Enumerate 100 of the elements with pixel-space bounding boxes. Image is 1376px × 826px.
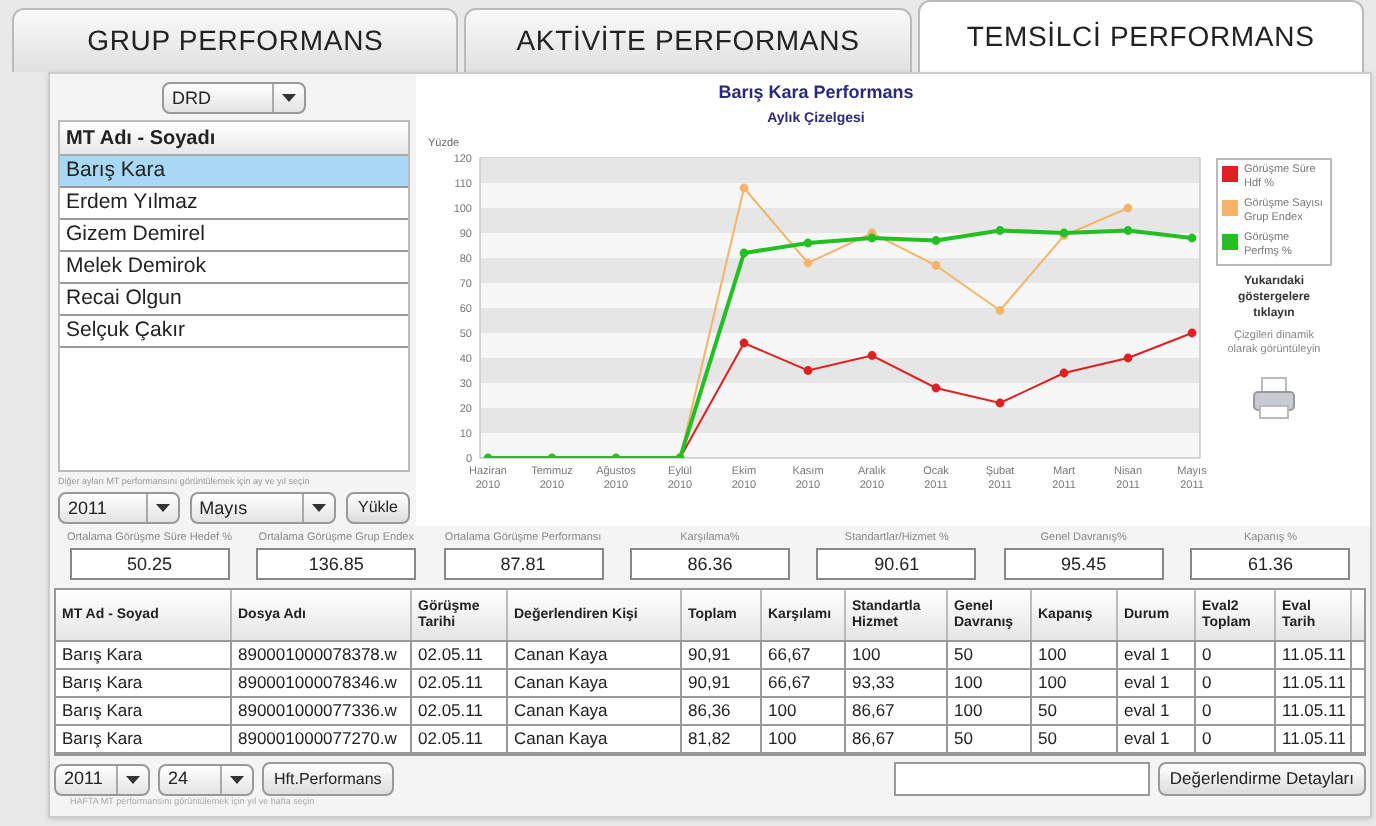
table-cell: 11.05.11 bbox=[1276, 642, 1352, 669]
table-cell: 0 bbox=[1196, 642, 1276, 669]
year-dropdown[interactable]: 2011 bbox=[54, 763, 150, 796]
table-cell: Canan Kaya bbox=[508, 670, 682, 697]
list-item[interactable]: Erdem Yılmaz bbox=[60, 188, 408, 220]
data-point bbox=[995, 306, 1005, 315]
table-cell: eval 1 bbox=[1118, 670, 1196, 697]
table-cell: Barış Kara bbox=[56, 642, 232, 669]
metric-field: 87.81 bbox=[443, 548, 604, 581]
table-cell: 11.05.11 bbox=[1276, 726, 1352, 753]
table-cell: eval 1 bbox=[1118, 726, 1196, 753]
tab[interactable]: AKTİVİTE PERFORMANS bbox=[464, 8, 912, 72]
list-item[interactable]: Selçuk Çakır bbox=[60, 316, 408, 348]
table-cell: 86,67 bbox=[846, 726, 948, 753]
table-cell: 86,36 bbox=[682, 698, 762, 725]
table-cell: 90,91 bbox=[682, 670, 762, 697]
table-cell: 81,82 bbox=[682, 726, 762, 753]
metric-field: 95.45 bbox=[1003, 548, 1164, 581]
table-cell: 890001000078346.w bbox=[232, 670, 412, 697]
list-item[interactable]: Barış Kara bbox=[60, 156, 408, 188]
table-cell: 0 bbox=[1196, 726, 1276, 753]
table-cell: 890001000077336.w bbox=[232, 698, 412, 725]
data-point bbox=[739, 248, 749, 258]
table-cell: 100 bbox=[846, 642, 948, 669]
table-cell: Barış Kara bbox=[56, 698, 232, 725]
data-point bbox=[931, 261, 941, 270]
data-point bbox=[739, 338, 749, 348]
data-point bbox=[803, 238, 813, 248]
load-button[interactable]: Yükle bbox=[345, 492, 410, 524]
legend-swatch[interactable] bbox=[1222, 234, 1238, 250]
data-point bbox=[1187, 328, 1197, 338]
data-point bbox=[1059, 368, 1069, 378]
data-point bbox=[931, 383, 941, 393]
data-point bbox=[931, 236, 941, 245]
table-cell: 50 bbox=[1032, 726, 1118, 753]
caret-icon bbox=[155, 504, 170, 512]
caret-icon bbox=[126, 775, 140, 784]
table-cell: 02.05.11 bbox=[412, 670, 508, 697]
table-cell: 100 bbox=[762, 698, 846, 725]
table-cell: 02.05.11 bbox=[412, 726, 508, 753]
list-header: MT Adı - Soyadı bbox=[60, 122, 408, 156]
table-cell: 100 bbox=[948, 698, 1032, 725]
table-cell: 0 bbox=[1196, 670, 1276, 697]
table-cell: 100 bbox=[948, 670, 1032, 697]
data-point bbox=[1123, 353, 1133, 363]
table-cell: Canan Kaya bbox=[508, 642, 682, 669]
legend-swatch[interactable] bbox=[1222, 200, 1238, 216]
search-field[interactable] bbox=[893, 762, 1150, 797]
table-cell: 02.05.11 bbox=[412, 698, 508, 725]
table-cell: 100 bbox=[762, 726, 846, 753]
table-cell: 90,91 bbox=[682, 642, 762, 669]
tab[interactable]: TEMSİLCİ PERFORMANS bbox=[917, 0, 1364, 72]
metric-field: 136.85 bbox=[256, 548, 417, 581]
data-point bbox=[483, 453, 493, 458]
legend-swatch[interactable] bbox=[1222, 166, 1238, 182]
data-point bbox=[1123, 203, 1133, 213]
table-cell: 0 bbox=[1196, 698, 1276, 725]
month-dropdown[interactable]: Mayıs bbox=[189, 492, 336, 524]
list-item[interactable]: Recai Olgun bbox=[60, 284, 408, 316]
chart-title: Barış Kara Performans bbox=[718, 82, 914, 102]
caret-icon bbox=[282, 94, 296, 102]
table-cell: 66,67 bbox=[762, 642, 846, 669]
table-cell: 50 bbox=[1032, 698, 1118, 725]
printer-icon[interactable] bbox=[1250, 374, 1298, 422]
table-cell: 50 bbox=[948, 726, 1032, 753]
data-point bbox=[995, 226, 1005, 235]
caret-icon bbox=[311, 504, 326, 512]
table-cell: 890001000078378.w bbox=[232, 642, 412, 669]
table-cell: Canan Kaya bbox=[508, 698, 682, 725]
caret-icon bbox=[230, 775, 244, 784]
table-cell: 100 bbox=[1032, 642, 1118, 669]
data-point bbox=[547, 453, 557, 458]
data-point bbox=[995, 398, 1005, 408]
table-cell: 50 bbox=[948, 642, 1032, 669]
year-dropdown[interactable]: 2011 bbox=[58, 492, 180, 524]
metric-field: 90.61 bbox=[816, 548, 977, 581]
table-cell: 890001000077270.w bbox=[232, 726, 412, 753]
region-dropdown[interactable]: DRD bbox=[162, 82, 306, 114]
table-cell: 93,33 bbox=[846, 670, 948, 697]
data-point bbox=[611, 453, 621, 458]
table-cell: 86,67 bbox=[846, 698, 948, 725]
list-item[interactable]: Gizem Demirel bbox=[60, 220, 408, 252]
week-dropdown[interactable]: 24 bbox=[158, 763, 254, 796]
data-point bbox=[867, 351, 877, 360]
table-cell: eval 1 bbox=[1118, 698, 1196, 725]
metric-field: 86.36 bbox=[629, 548, 790, 581]
list-item[interactable]: Melek Demirok bbox=[60, 252, 408, 284]
data-point bbox=[1187, 233, 1197, 243]
tab[interactable]: GRUP PERFORMANS bbox=[12, 8, 459, 72]
data-point bbox=[803, 366, 813, 375]
table-cell: 02.05.11 bbox=[412, 642, 508, 669]
table-cell: Barış Kara bbox=[56, 726, 232, 753]
weekly-performance-button[interactable]: Hft.Performans bbox=[262, 762, 394, 797]
table-cell: 100 bbox=[1032, 670, 1118, 697]
data-point bbox=[1123, 226, 1133, 235]
table-cell: eval 1 bbox=[1118, 642, 1196, 669]
table-cell: Canan Kaya bbox=[508, 726, 682, 753]
metric-field: 61.36 bbox=[1190, 548, 1351, 581]
data-point bbox=[739, 183, 749, 193]
details-button[interactable]: Değerlendirme Detayları bbox=[1157, 762, 1366, 797]
